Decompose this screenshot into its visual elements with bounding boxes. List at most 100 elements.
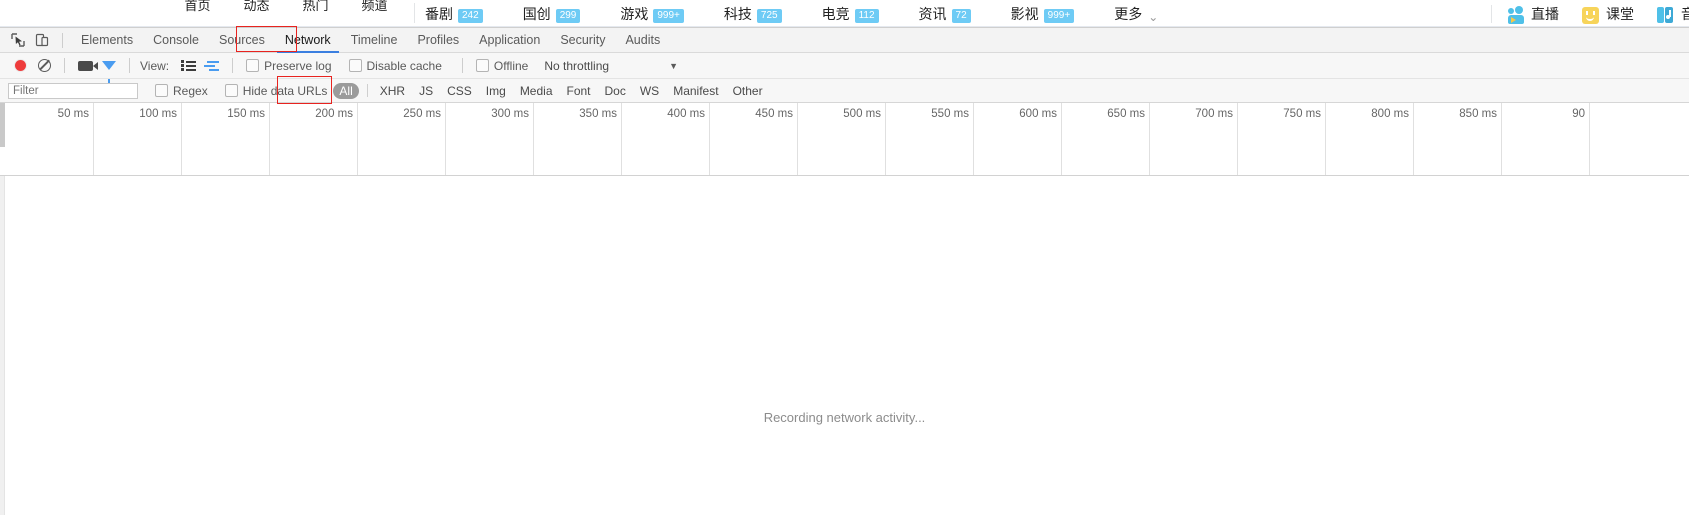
type-filter-css[interactable]: CSS bbox=[441, 83, 478, 99]
nav-category-label: 首页 bbox=[184, 0, 211, 13]
capture-screenshots-button[interactable] bbox=[73, 55, 98, 77]
nav-link-badge: 999+ bbox=[1043, 9, 1075, 23]
disable-cache-checkbox[interactable]: Disable cache bbox=[344, 59, 442, 73]
tab-audits[interactable]: Audits bbox=[615, 28, 670, 53]
tab-application[interactable]: Application bbox=[469, 28, 550, 53]
nav-link-bangumi[interactable]: 番剧 242 bbox=[425, 4, 483, 24]
camera-icon bbox=[77, 60, 98, 71]
timeline-tick-label: 50 ms bbox=[57, 108, 89, 120]
view-list-button[interactable] bbox=[176, 55, 200, 77]
toggle-device-toolbar-icon[interactable] bbox=[30, 29, 54, 51]
timeline-tick-label: 400 ms bbox=[667, 108, 705, 120]
nav-link-label: 影视 bbox=[1010, 6, 1039, 22]
nav-link-label: 资讯 bbox=[918, 6, 947, 22]
filter-input[interactable] bbox=[8, 82, 138, 99]
timeline-tick: 600 ms bbox=[973, 103, 1062, 175]
timeline-tick: 700 ms bbox=[1149, 103, 1238, 175]
tab-console[interactable]: Console bbox=[143, 28, 209, 53]
nav-category-home[interactable]: 首页 bbox=[168, 0, 227, 26]
nav-link-label: 电竞 bbox=[821, 6, 850, 22]
preserve-log-checkbox[interactable]: Preserve log bbox=[241, 59, 332, 73]
timeline-tick-label: 90 bbox=[1572, 108, 1585, 120]
chevron-down-icon: ⌄ bbox=[1148, 10, 1159, 24]
nav-category-dynamic[interactable]: 动态 bbox=[227, 0, 286, 26]
type-filter-all[interactable]: All bbox=[333, 82, 359, 99]
network-toolbar: View: Preserve log Disable cache Offline bbox=[0, 53, 1689, 83]
funnel-icon bbox=[102, 61, 116, 83]
timeline-tick-label: 600 ms bbox=[1019, 108, 1057, 120]
timeline-tick-label: 300 ms bbox=[491, 108, 529, 120]
nav-link-guochuang[interactable]: 国创 299 bbox=[523, 4, 581, 24]
nav-link-esports[interactable]: 电竞 112 bbox=[822, 4, 879, 24]
filter-toggle-button[interactable] bbox=[97, 55, 121, 83]
nav-link-badge: 72 bbox=[951, 9, 971, 23]
type-filter-media[interactable]: Media bbox=[514, 83, 559, 99]
nav-link-badge: 242 bbox=[458, 9, 483, 23]
hide-data-urls-checkbox[interactable]: Hide data URLs bbox=[220, 84, 327, 98]
toolbar-separator bbox=[461, 58, 463, 73]
nav-more-button[interactable]: 更多 ⌄ bbox=[1114, 4, 1158, 24]
timeline-ruler[interactable]: 50 ms 100 ms 150 ms 200 ms 250 ms 300 ms 350 m… bbox=[5, 103, 1689, 175]
view-label: View: bbox=[140, 58, 170, 73]
timeline-tick-label: 450 ms bbox=[755, 108, 793, 120]
checkbox-icon bbox=[246, 59, 260, 72]
nav-link-games[interactable]: 游戏 999+ bbox=[620, 4, 684, 24]
inspect-element-icon[interactable] bbox=[6, 29, 30, 51]
nav-link-label: 科技 bbox=[723, 6, 752, 22]
timeline-tick-label: 150 ms bbox=[227, 108, 265, 120]
toolbar-separator bbox=[232, 58, 234, 73]
nav-link-badge: 725 bbox=[756, 9, 782, 23]
record-button[interactable] bbox=[8, 55, 32, 77]
timeline-tick-label: 100 ms bbox=[139, 108, 177, 120]
nav-right-label: 直播 bbox=[1531, 6, 1559, 22]
regex-label: Regex bbox=[173, 83, 208, 98]
timeline-tick-label: 650 ms bbox=[1107, 108, 1145, 120]
record-icon bbox=[14, 60, 26, 71]
type-filter-font[interactable]: Font bbox=[561, 83, 597, 99]
tab-profiles[interactable]: Profiles bbox=[407, 28, 469, 53]
tab-security[interactable]: Security bbox=[550, 28, 615, 53]
nav-right-item-class[interactable]: 课堂 bbox=[1581, 4, 1634, 24]
timeline-tick: 300 ms bbox=[445, 103, 534, 175]
type-filter-other[interactable]: Other bbox=[727, 83, 769, 99]
type-filter-xhr[interactable]: XHR bbox=[374, 83, 411, 99]
nav-link-tech[interactable]: 科技 725 bbox=[724, 4, 782, 24]
clear-icon bbox=[37, 59, 51, 72]
nav-link-label: 游戏 bbox=[620, 6, 649, 22]
timeline-tick-label: 700 ms bbox=[1195, 108, 1233, 120]
timeline-tick-label: 800 ms bbox=[1371, 108, 1409, 120]
nav-right-item-live[interactable]: 直播 bbox=[1506, 4, 1559, 24]
throttling-select[interactable]: No throttling bbox=[544, 59, 609, 73]
type-filter-manifest[interactable]: Manifest bbox=[667, 83, 724, 99]
nav-link-movie[interactable]: 影视 999+ bbox=[1011, 4, 1075, 24]
clear-button[interactable] bbox=[32, 55, 56, 77]
nav-category-channel[interactable]: 频道 bbox=[345, 0, 404, 26]
type-filter-doc[interactable]: Doc bbox=[599, 83, 632, 99]
network-request-list: Recording network activity... bbox=[0, 176, 1689, 515]
type-filter-js[interactable]: JS bbox=[413, 83, 439, 99]
network-overview[interactable]: 50 ms 100 ms 150 ms 200 ms 250 ms 300 ms 350 m… bbox=[0, 103, 1689, 176]
nav-category-hot[interactable]: 热门 bbox=[286, 0, 345, 26]
toolbar-separator bbox=[129, 58, 130, 73]
tab-sources[interactable]: Sources bbox=[209, 28, 275, 53]
tab-network[interactable]: Network bbox=[275, 28, 341, 53]
nav-link-label: 国创 bbox=[522, 6, 551, 22]
offline-checkbox[interactable]: Offline bbox=[471, 59, 528, 73]
webpage-nav-strip: 首页 动态 热门 频道 番剧 242 国创 299 游戏 999+ 科技 725… bbox=[0, 0, 1689, 27]
type-filter-ws[interactable]: WS bbox=[634, 83, 665, 99]
nav-link-news[interactable]: 资讯 72 bbox=[919, 4, 971, 24]
devtools-panel: Elements Console Sources Network Timelin… bbox=[0, 27, 1689, 516]
chevron-down-icon[interactable]: ▼ bbox=[669, 61, 678, 71]
checkbox-icon bbox=[155, 84, 168, 97]
regex-checkbox[interactable]: Regex bbox=[150, 84, 208, 98]
timeline-tick: 500 ms bbox=[797, 103, 886, 175]
view-waterfall-button[interactable] bbox=[200, 55, 224, 77]
nav-right-label: 音乐 bbox=[1681, 4, 1689, 24]
tab-elements[interactable]: Elements bbox=[71, 28, 143, 53]
timeline-tick: 800 ms bbox=[1325, 103, 1414, 175]
tab-timeline[interactable]: Timeline bbox=[341, 28, 408, 53]
nav-right-item-music[interactable]: 音乐 bbox=[1656, 4, 1689, 24]
toolbar-separator bbox=[64, 58, 65, 73]
type-filter-img[interactable]: Img bbox=[480, 83, 512, 99]
timeline-tick-label: 750 ms bbox=[1283, 108, 1321, 120]
